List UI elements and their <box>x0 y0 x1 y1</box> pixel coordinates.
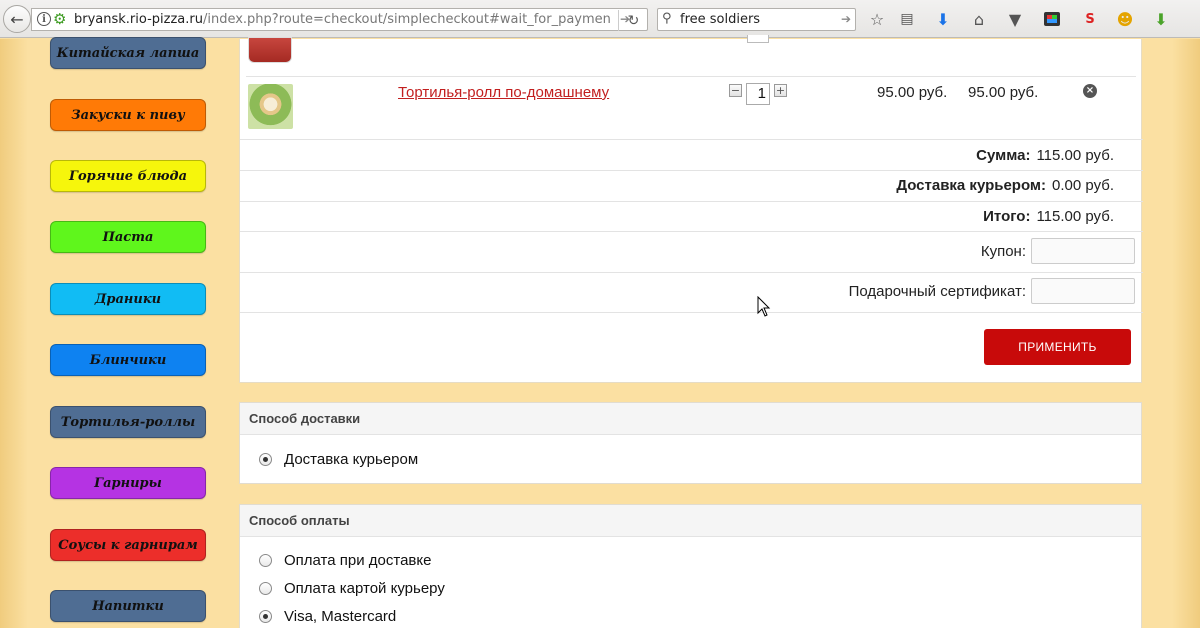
radio-checked-icon[interactable] <box>259 453 272 466</box>
category-label: Соусы к гарнирам <box>58 537 198 553</box>
search-go-icon[interactable]: ➔ <box>841 12 851 26</box>
quantity-input-previous[interactable] <box>747 35 769 43</box>
total-label: Итого: <box>983 208 1031 225</box>
row-divider <box>240 312 1143 313</box>
subtotal-label: Сумма: <box>976 147 1031 164</box>
item-price: 95.00 руб. <box>877 84 948 101</box>
subtotal-row: Сумма: 115.00 руб. <box>976 147 1114 164</box>
category-label: Закуски к пиву <box>71 107 185 123</box>
remove-item-icon[interactable]: × <box>1083 84 1097 98</box>
site-info-icon[interactable]: i <box>37 12 51 26</box>
category-label: Блинчики <box>89 352 167 368</box>
row-divider <box>240 170 1143 171</box>
coupon-label: Купон: <box>980 242 1026 260</box>
green-download-icon[interactable]: ⬇ <box>1151 9 1171 29</box>
category-label: Гарниры <box>94 475 162 491</box>
radio-icon[interactable] <box>259 582 272 595</box>
gift-certificate-input[interactable] <box>1031 278 1135 304</box>
category-button-pasta[interactable]: Паста <box>50 221 206 253</box>
mouse-cursor-icon <box>757 296 771 317</box>
category-button-drinks[interactable]: Напитки <box>50 590 206 622</box>
total-value: 115.00 руб. <box>1036 208 1114 225</box>
reload-icon[interactable]: ↻ <box>618 10 648 31</box>
payment-method-title: Способ оплаты <box>240 505 1141 537</box>
row-divider <box>240 201 1143 202</box>
payment-option-cash[interactable]: Оплата при доставке <box>259 552 431 569</box>
browser-toolbar: ← i ⚙ bryansk.rio-pizza.ru/index.php?rou… <box>0 0 1200 38</box>
item-total: 95.00 руб. <box>968 84 1039 101</box>
row-divider <box>240 272 1143 273</box>
search-input[interactable]: free soldiers <box>680 12 760 27</box>
radio-icon[interactable] <box>259 554 272 567</box>
shipping-method-title: Способ доставки <box>240 403 1141 435</box>
category-label: Драники <box>94 291 162 307</box>
shipping-option-label: Доставка курьером <box>284 451 419 468</box>
category-label: Китайская лапша <box>56 45 200 61</box>
delivery-row: Доставка курьером: 0.00 руб. <box>896 177 1114 194</box>
product-name-link[interactable]: Тортилья-ролл по-домашнему <box>398 84 609 101</box>
download-icon[interactable]: ⬇ <box>933 9 953 29</box>
delivery-value: 0.00 руб. <box>1052 177 1114 194</box>
product-thumbnail-previous[interactable] <box>248 37 292 63</box>
category-button-beer-snacks[interactable]: Закуски к пиву <box>50 99 206 131</box>
gift-certificate-label: Подарочный сертификат: <box>848 282 1026 300</box>
payment-option-label: Visa, Mastercard <box>284 608 397 625</box>
row-divider <box>246 76 1136 77</box>
url-host: bryansk.rio-pizza.ru <box>74 12 203 27</box>
category-button-draniki[interactable]: Драники <box>50 283 206 315</box>
bookmark-star-icon[interactable]: ☆ <box>867 9 887 29</box>
apply-button[interactable]: ПРИМЕНИТЬ <box>984 329 1131 365</box>
url-text[interactable]: bryansk.rio-pizza.ru/index.php?route=che… <box>74 12 611 27</box>
minus-icon[interactable]: − <box>729 84 742 97</box>
total-row: Итого: 115.00 руб. <box>983 208 1114 225</box>
subtotal-value: 115.00 руб. <box>1036 147 1114 164</box>
pocket-icon[interactable]: ▼ <box>1005 9 1025 29</box>
coupon-row: Купон: <box>981 238 1135 264</box>
search-icon: ⚲ <box>662 11 672 26</box>
payment-option-label: Оплата при доставке <box>284 552 432 569</box>
page-edge-right <box>1172 39 1200 628</box>
category-button-side-dishes[interactable]: Гарниры <box>50 467 206 499</box>
shipping-method-panel: Способ доставки Доставка курьером <box>239 402 1142 484</box>
category-label: Паста <box>102 229 154 245</box>
category-button-hot-dishes[interactable]: Горячие блюда <box>50 160 206 192</box>
delivery-label: Доставка курьером: <box>896 177 1047 194</box>
category-button-sauces[interactable]: Соусы к гарнирам <box>50 529 206 561</box>
radio-checked-icon[interactable] <box>259 610 272 623</box>
payment-option-visa[interactable]: Visa, Mastercard <box>259 608 396 625</box>
category-button-pancakes[interactable]: Блинчики <box>50 344 206 376</box>
reading-list-icon[interactable]: ▤ <box>897 9 917 29</box>
payment-method-panel: Способ оплаты Оплата при доставке Оплата… <box>239 504 1142 628</box>
product-thumbnail[interactable] <box>248 84 293 129</box>
row-divider <box>240 231 1143 232</box>
row-divider <box>240 139 1143 140</box>
back-arrow-icon[interactable]: ← <box>3 5 31 33</box>
category-button-chinese-noodles[interactable]: Китайская лапша <box>50 37 206 69</box>
category-label: Тортилья-роллы <box>60 414 196 430</box>
address-bar[interactable]: i ⚙ bryansk.rio-pizza.ru/index.php?route… <box>31 8 648 31</box>
payment-option-card-courier[interactable]: Оплата картой курьеру <box>259 580 445 597</box>
quantity-input[interactable]: 1 <box>746 83 770 105</box>
gear-icon[interactable]: ⚙ <box>53 10 66 28</box>
gift-certificate-row: Подарочный сертификат: <box>849 278 1135 304</box>
category-label: Напитки <box>92 598 164 614</box>
coupon-input[interactable] <box>1031 238 1135 264</box>
home-icon[interactable]: ⌂ <box>969 9 989 29</box>
page-edge-left <box>0 39 28 628</box>
screenshot-icon[interactable] <box>1042 9 1062 29</box>
payment-option-label: Оплата картой курьеру <box>284 580 445 597</box>
seo-extension-icon[interactable]: S <box>1080 9 1100 29</box>
page-content: Китайская лапша Закуски к пиву Горячие б… <box>0 35 1200 628</box>
url-path: /index.php?route=checkout/simplecheckout… <box>202 12 611 27</box>
cart-panel: Тортилья-ролл по-домашнему − 1 + 95.00 р… <box>239 35 1143 383</box>
plus-icon[interactable]: + <box>774 84 787 97</box>
shipping-option-courier[interactable]: Доставка курьером <box>259 451 418 468</box>
category-button-tortilla-rolls[interactable]: Тортилья-роллы <box>50 406 206 438</box>
chrome-extension-icon[interactable]: ☻ <box>1115 9 1135 29</box>
category-label: Горячие блюда <box>68 168 187 184</box>
search-bar[interactable]: ⚲ free soldiers ➔ <box>657 8 856 31</box>
